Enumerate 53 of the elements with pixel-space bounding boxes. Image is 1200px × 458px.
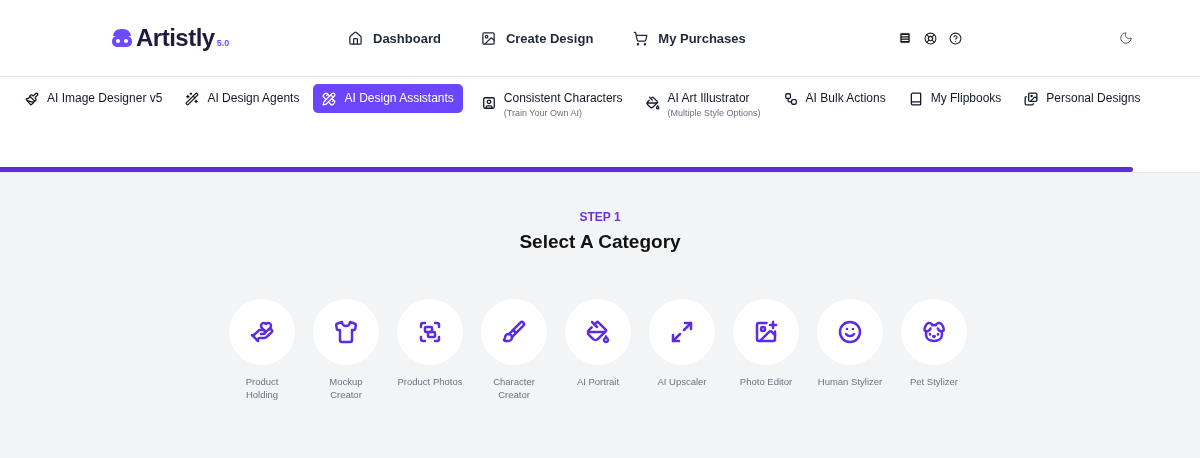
section-title: Select A Category <box>519 231 681 253</box>
user-portrait-icon <box>481 96 496 110</box>
help-icon[interactable] <box>948 31 962 45</box>
tab[interactable]: AI Image Designer v5 <box>16 84 172 113</box>
shirt-icon <box>334 320 358 344</box>
brush-icon <box>502 320 526 344</box>
category-label: AI Upscaler <box>657 375 707 388</box>
nav-link[interactable]: Create Design <box>480 30 594 46</box>
hands-icon <box>250 320 274 344</box>
tab-sublabel: (Multiple Style Options) <box>667 108 761 118</box>
paint-bucket-icon <box>586 320 610 344</box>
selection-icon <box>418 320 442 344</box>
moon-icon[interactable] <box>1118 31 1133 45</box>
workflow-icon <box>783 92 798 106</box>
expand-icon <box>670 320 694 344</box>
book-icon <box>908 92 923 106</box>
images-icon <box>1024 92 1039 106</box>
face-icon <box>838 320 862 344</box>
tab[interactable]: AI Design Assistants <box>313 84 463 113</box>
category-label: Photo Editor <box>739 375 793 388</box>
category-label: Mockup Creator <box>329 375 363 401</box>
tab-label: AI Art Illustrator <box>667 91 751 105</box>
paintbrush-icon <box>25 92 39 106</box>
tab[interactable]: AI Bulk Actions <box>774 84 895 113</box>
category-label: Human Stylizer <box>817 375 883 388</box>
tab-label: Consistent Characters <box>503 91 623 105</box>
version-label: 5.0 <box>216 38 230 48</box>
tab[interactable]: AI Art Illustrator (Multiple Style Options) <box>636 84 770 125</box>
paint-bucket-icon <box>645 96 660 110</box>
dog-icon <box>922 320 946 344</box>
image-edit-icon <box>754 320 778 344</box>
house-icon <box>348 30 363 46</box>
category-label: AI Portrait <box>576 375 620 388</box>
pencil-ruler-icon <box>322 92 337 106</box>
category-label: Product Photos <box>397 375 463 388</box>
logo-icon <box>110 27 134 49</box>
image-icon <box>480 30 496 46</box>
cart-icon <box>633 30 649 46</box>
tab-sublabel: (Train Your Own AI) <box>503 108 584 118</box>
tab[interactable]: My Flipbooks <box>899 84 1011 113</box>
category-label: Product Holding <box>245 375 279 401</box>
tab[interactable]: Consistent Characters (Train Your Own AI) <box>472 84 632 125</box>
list-icon[interactable] <box>897 31 912 45</box>
nav-link[interactable]: My Purchases <box>633 30 746 46</box>
tab[interactable]: Personal Designs <box>1015 84 1150 113</box>
step-label: STEP 1 <box>579 210 621 224</box>
category-label: Character Creator <box>493 375 535 401</box>
tab[interactable]: AI Design Agents <box>176 84 309 113</box>
lifebuoy-icon[interactable] <box>923 31 937 45</box>
category-label: Pet Stylizer <box>909 375 958 388</box>
logo-name: Artistly <box>136 24 215 52</box>
nav-link[interactable]: Dashboard <box>348 30 441 46</box>
magic-wand-icon <box>185 92 200 106</box>
